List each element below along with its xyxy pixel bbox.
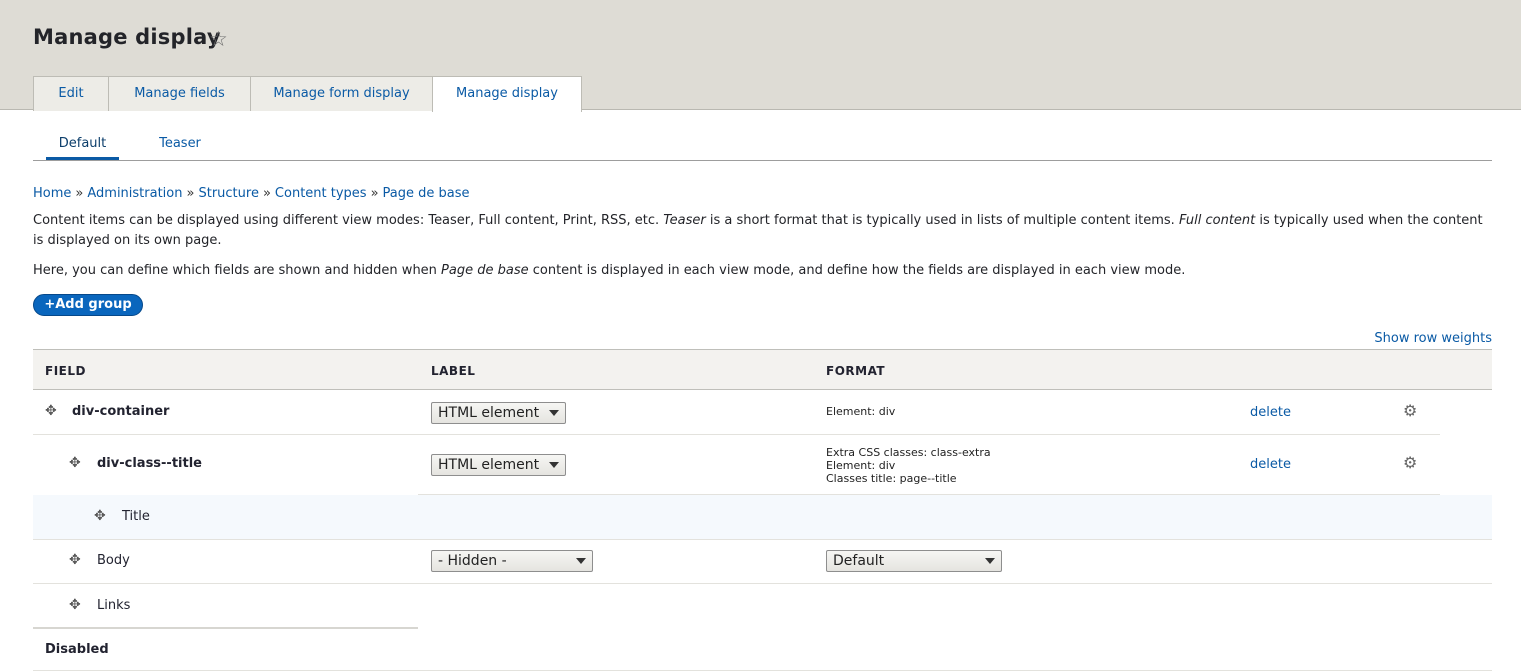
field-name: div-container (72, 404, 170, 419)
description-emphasis: Teaser (663, 213, 706, 228)
field-name: Title (122, 509, 150, 524)
move-icon[interactable]: ✥ (69, 598, 81, 612)
format-summary-line: Element: div (826, 405, 896, 418)
show-row-weights-link[interactable]: Show row weights (1374, 331, 1492, 346)
subtab-teaser[interactable]: Teaser (145, 128, 215, 160)
breadcrumb-content-types[interactable]: Content types (275, 186, 367, 201)
field-name: Body (97, 553, 130, 568)
page-header: Manage display ☆ Edit Manage fields Mana… (0, 0, 1521, 112)
breadcrumb-home[interactable]: Home (33, 186, 71, 201)
table-header: FIELD LABEL FORMAT (33, 349, 1492, 390)
format-summary-line: Extra CSS classes: class-extra (826, 446, 991, 459)
tab-manage-display[interactable]: Manage display (432, 76, 582, 112)
star-icon[interactable]: ☆ (209, 27, 228, 51)
disabled-region-title: Disabled (45, 642, 109, 657)
select-value: HTML element (438, 405, 540, 421)
format-summary-line: Element: div (826, 459, 896, 472)
column-header-format: FORMAT (826, 364, 886, 378)
description-text: content is displayed in each view mode, … (528, 263, 1186, 278)
tab-manage-fields[interactable]: Manage fields (108, 76, 251, 111)
breadcrumb-administration[interactable]: Administration (87, 186, 182, 201)
chevron-down-icon (985, 558, 995, 564)
format-select[interactable]: Default (826, 550, 1002, 572)
breadcrumb-structure[interactable]: Structure (198, 186, 258, 201)
subtab-default[interactable]: Default (46, 128, 119, 160)
move-icon[interactable]: ✥ (69, 456, 81, 470)
description-text: Content items can be displayed using dif… (33, 213, 664, 228)
delete-link[interactable]: delete (1250, 405, 1291, 420)
label-select[interactable]: - Hidden - (431, 550, 593, 572)
move-icon[interactable]: ✥ (69, 553, 81, 567)
gear-icon[interactable]: ⚙ (1403, 403, 1417, 419)
description-emphasis: Full content (1178, 213, 1256, 228)
format-summary-line: Classes title: page--title (826, 472, 957, 485)
breadcrumb: Home» Administration» Structure» Content ty… (33, 186, 470, 201)
page-title: Manage display (33, 25, 221, 49)
description-paragraph-2: Here, you can define which fields are sh… (33, 261, 1483, 281)
chevron-down-icon (549, 410, 559, 416)
row-highlight (33, 495, 1492, 539)
description-paragraph-1: Content items can be displayed using dif… (33, 211, 1483, 251)
label-select[interactable]: HTML element (431, 454, 566, 476)
breadcrumb-separator: » (262, 186, 271, 201)
table-row: ✥ div-class--title HTML element Extra CS… (33, 435, 1492, 495)
column-header-field: FIELD (45, 364, 86, 378)
select-value: HTML element (438, 457, 540, 473)
description-emphasis: Page de base (441, 263, 529, 278)
column-header-label: LABEL (431, 364, 476, 378)
description-text: Here, you can define which fields are sh… (33, 263, 442, 278)
tab-manage-form-display[interactable]: Manage form display (250, 76, 433, 111)
select-value: Default (833, 553, 885, 569)
format-summary: Extra CSS classes: class-extra Element: … (826, 446, 991, 485)
tab-edit[interactable]: Edit (33, 76, 109, 111)
chevron-down-icon (576, 558, 586, 564)
field-name: Links (97, 598, 131, 613)
delete-link[interactable]: delete (1250, 457, 1291, 472)
disabled-region: Disabled (33, 629, 1492, 671)
breadcrumb-separator: » (75, 186, 84, 201)
select-value: - Hidden - (438, 553, 507, 569)
format-summary: Element: div (826, 405, 895, 418)
table-row: ✥ Body - Hidden - Default (33, 540, 1492, 584)
row-divider (33, 670, 1492, 671)
field-name: div-class--title (97, 456, 202, 471)
description-text: is a short format that is typically used… (705, 213, 1179, 228)
move-icon[interactable]: ✥ (45, 404, 57, 418)
chevron-down-icon (549, 462, 559, 468)
breadcrumb-page-de-base[interactable]: Page de base (383, 186, 470, 201)
move-icon[interactable]: ✥ (94, 509, 106, 523)
table-row: ✥ div-container HTML element Element: di… (33, 390, 1492, 435)
breadcrumb-separator: » (370, 186, 379, 201)
secondary-tabs: Default Teaser (33, 128, 1492, 161)
add-group-button[interactable]: +Add group (33, 294, 143, 316)
breadcrumb-separator: » (186, 186, 195, 201)
label-select[interactable]: HTML element (431, 402, 566, 424)
gear-icon[interactable]: ⚙ (1403, 455, 1417, 471)
table-row: ✥ Links (33, 584, 1492, 629)
table-row: ✥ Title (33, 495, 1492, 540)
